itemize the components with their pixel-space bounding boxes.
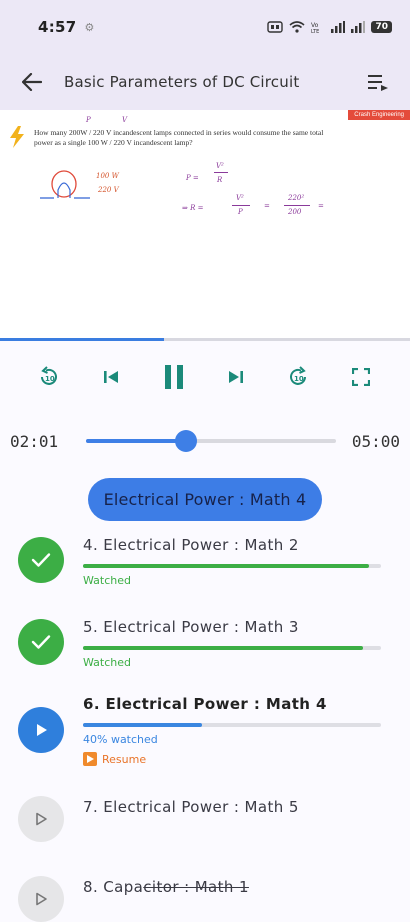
next-button[interactable] [216, 357, 256, 397]
question-text: How many 200W / 220 V incandescent lamps… [34, 128, 324, 147]
video-progress-bar[interactable] [0, 338, 410, 341]
playlist-item-body: 5. Electrical Power : Math 3 Watched [83, 618, 383, 669]
pause-button[interactable] [154, 357, 194, 397]
item-progress-fill [83, 723, 203, 727]
playlist-item-locked[interactable]: 7. Electrical Power : Math 5 [0, 796, 410, 856]
note-den: 200 [288, 208, 302, 216]
item-progress-fill [83, 564, 370, 568]
play-icon [18, 707, 64, 753]
resume-button[interactable]: Resume [83, 752, 383, 766]
playlist-item-current[interactable]: 6. Electrical Power : Math 4 40% watched… [0, 695, 410, 785]
svg-text:10: 10 [45, 375, 55, 383]
pause-icon [164, 365, 183, 389]
playlist-item[interactable]: 4. Electrical Power : Math 2 Watched [0, 536, 410, 616]
skip-previous-icon [104, 371, 119, 383]
resume-label: Resume [102, 752, 147, 766]
playlist-item-body: 7. Electrical Power : Math 5 [83, 798, 383, 816]
item-status: Watched [83, 656, 131, 669]
app-bar: Basic Parameters of DC Circuit [0, 54, 410, 110]
svg-text:10: 10 [294, 375, 304, 383]
battery-icon: 70 [371, 21, 392, 33]
note-v: V [122, 116, 128, 124]
note-lamp-1: 100 W [96, 172, 119, 180]
fullscreen-button[interactable] [341, 357, 381, 397]
fullscreen-icon [351, 368, 370, 386]
fraction-line [232, 205, 250, 206]
fraction-line [214, 172, 228, 173]
page-title: Basic Parameters of DC Circuit [64, 73, 300, 91]
note-eq: = [264, 202, 270, 210]
playlist-item-locked[interactable]: 8. Capacitor : Math 1 [0, 870, 410, 922]
signal-icon-2 [351, 21, 366, 33]
note-v2b: V² [236, 194, 244, 202]
brand-watermark: Crash Engineering [348, 110, 410, 120]
nfc-icon [267, 21, 284, 33]
total-time: 05:00 [351, 431, 400, 451]
playlist-menu-button[interactable] [346, 54, 410, 110]
item-progress-fill [83, 646, 364, 650]
rewind-10-button[interactable]: 10 [29, 357, 69, 397]
note-eq2: = [318, 202, 324, 210]
play-outline-icon [18, 876, 64, 922]
forward-10-icon: 10 [290, 366, 307, 385]
settings-icon: ⚙ [84, 20, 95, 34]
watched-check-icon [18, 619, 64, 665]
status-bar: 4:57 ⚙ Vo LTE 70 [0, 0, 410, 54]
seek-slider[interactable] [86, 425, 336, 457]
now-playing-chip: Electrical Power : Math 4 [88, 478, 322, 521]
note-p: P [86, 116, 91, 124]
previous-button[interactable] [91, 357, 131, 397]
status-icons: Vo LTE 70 [267, 21, 392, 33]
item-status: Watched [83, 574, 131, 587]
play-outline-icon [18, 796, 64, 842]
playlist-item-body: 8. Capacitor : Math 1 [83, 878, 383, 896]
status-time: 4:57 [38, 18, 77, 36]
playlist-item-body: 6. Electrical Power : Math 4 40% watched… [83, 695, 383, 766]
watched-check-icon [18, 537, 64, 583]
seek-row: 02:01 05:00 [0, 425, 410, 457]
lightning-bolt-icon [10, 126, 24, 148]
item-progress-bar [83, 723, 381, 727]
replay-10-icon: 10 [41, 366, 58, 385]
note-formula-p: P = [186, 174, 199, 182]
seek-thumb[interactable] [175, 430, 197, 452]
item-status: 40% watched [83, 733, 158, 746]
back-button[interactable] [0, 54, 64, 110]
playback-controls: 10 10 [0, 355, 410, 399]
playlist-item-title: 5. Electrical Power : Math 3 [83, 618, 299, 636]
note-formula-v2: V² [216, 162, 224, 170]
playlist-item-body: 4. Electrical Power : Math 2 Watched [83, 536, 383, 587]
note-pb: P [238, 208, 243, 216]
lamp-sketch [40, 170, 90, 199]
current-time: 02:01 [10, 431, 59, 451]
wifi-icon [289, 21, 305, 33]
playlist-icon [368, 75, 388, 91]
note-num: 220² [288, 194, 305, 202]
note-formula-r: R [217, 176, 223, 184]
note-lamp-2: 220 V [98, 186, 119, 194]
playlist-item-title: 4. Electrical Power : Math 2 [83, 536, 299, 554]
skip-next-icon [229, 371, 244, 383]
playlist-item-title: 8. Capacitor : Math 1 [83, 878, 249, 896]
svg-text:Vo: Vo [311, 22, 319, 29]
svg-text:LTE: LTE [311, 29, 319, 33]
item-progress-bar [83, 564, 381, 568]
playlist-item-title: 6. Electrical Power : Math 4 [83, 695, 327, 713]
arrow-back-icon [22, 73, 42, 91]
resume-play-icon [83, 752, 97, 766]
item-progress-bar [83, 646, 381, 650]
video-player[interactable]: Crash Engineering How many 200W / 220 V … [0, 110, 410, 340]
video-progress-fill [0, 338, 164, 341]
signal-icon-1 [331, 21, 346, 33]
seek-fill [86, 439, 186, 443]
note-arrow: ⇒ R = [182, 204, 204, 212]
fraction-line [284, 205, 310, 206]
forward-10-button[interactable]: 10 [278, 357, 318, 397]
playlist-item-title: 7. Electrical Power : Math 5 [83, 798, 299, 816]
volte-icon: VoLTE [311, 22, 319, 33]
playlist-item[interactable]: 5. Electrical Power : Math 3 Watched [0, 618, 410, 698]
